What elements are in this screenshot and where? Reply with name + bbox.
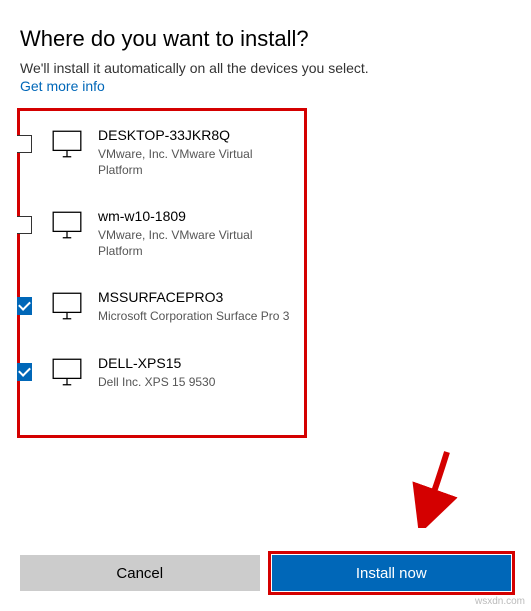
monitor-icon [50, 289, 84, 323]
page-title: Where do you want to install? [20, 26, 511, 52]
device-name: wm-w10-1809 [98, 208, 296, 224]
device-name: DELL-XPS15 [98, 355, 296, 371]
device-desc: Microsoft Corporation Surface Pro 3 [98, 309, 296, 325]
device-row: wm-w10-1809 VMware, Inc. VMware Virtual … [20, 200, 296, 281]
device-desc: VMware, Inc. VMware Virtual Platform [98, 228, 296, 259]
device-row: MSSURFACEPRO3 Microsoft Corporation Surf… [20, 281, 296, 347]
device-checkbox[interactable] [17, 363, 32, 381]
device-list: DESKTOP-33JKR8Q VMware, Inc. VMware Virt… [17, 108, 307, 438]
device-checkbox[interactable] [17, 216, 32, 234]
device-name: DESKTOP-33JKR8Q [98, 127, 296, 143]
monitor-icon [50, 127, 84, 161]
monitor-icon [50, 208, 84, 242]
button-row: Cancel Install now [20, 555, 511, 591]
device-desc: VMware, Inc. VMware Virtual Platform [98, 147, 296, 178]
watermark: wsxdn.com [475, 596, 525, 607]
arrow-annotation-icon [409, 444, 459, 533]
info-link[interactable]: Get more info [20, 78, 105, 94]
device-row: DESKTOP-33JKR8Q VMware, Inc. VMware Virt… [20, 119, 296, 200]
monitor-icon [50, 355, 84, 389]
page-subtitle: We'll install it automatically on all th… [20, 60, 511, 76]
device-row: DELL-XPS15 Dell Inc. XPS 15 9530 [20, 347, 296, 399]
device-checkbox[interactable] [17, 135, 32, 153]
device-name: MSSURFACEPRO3 [98, 289, 296, 305]
install-button[interactable]: Install now [272, 555, 512, 591]
device-checkbox[interactable] [17, 297, 32, 315]
device-desc: Dell Inc. XPS 15 9530 [98, 375, 296, 391]
cancel-button[interactable]: Cancel [20, 555, 260, 591]
